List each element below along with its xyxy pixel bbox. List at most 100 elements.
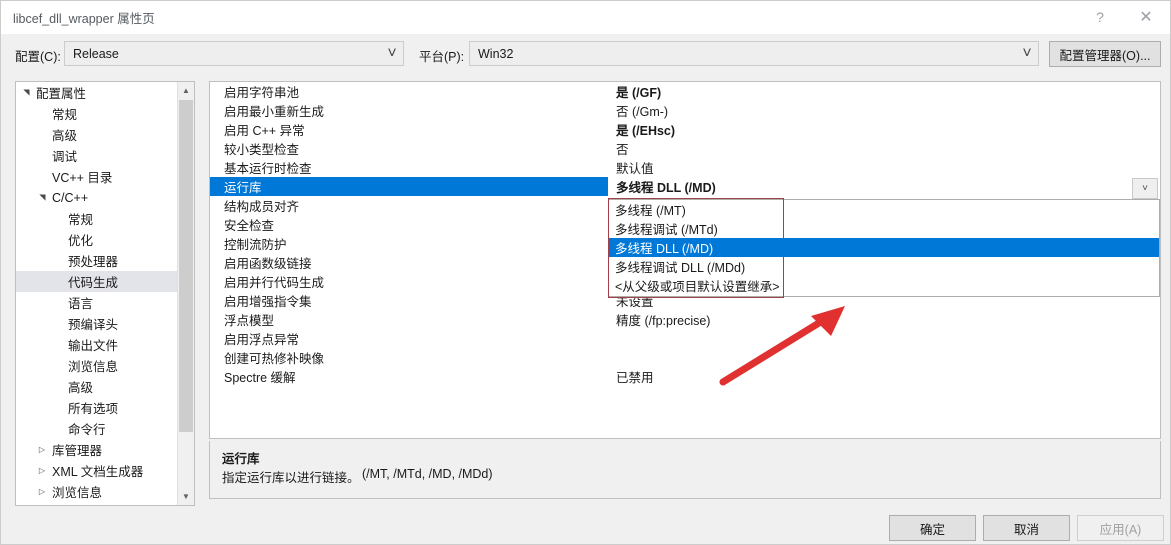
property-name: 控制流防护 [224, 238, 287, 252]
property-row[interactable]: 启用最小重新生成 否 (/Gm-) [210, 101, 1160, 120]
sidebar-item-4[interactable]: VC++ 目录 [16, 166, 177, 187]
tree-scrollbar[interactable]: ▲ ▼ [177, 82, 194, 505]
property-row[interactable]: 启用浮点异常 [210, 329, 1160, 348]
chevron-up-icon[interactable]: ▲ [178, 82, 194, 99]
dropdown-option[interactable]: 多线程 DLL (/MD) [609, 238, 1159, 257]
sidebar-item-16[interactable]: 命令行 [16, 418, 177, 439]
configuration-value: Release [73, 46, 119, 61]
platform-value: Win32 [478, 46, 514, 61]
property-name: 安全检查 [224, 219, 275, 233]
property-value[interactable]: 默认值 [608, 158, 1160, 177]
sidebar-item-19[interactable]: ▷ 浏览信息 [16, 481, 177, 502]
sidebar-item-9[interactable]: 代码生成 [16, 271, 177, 292]
sidebar-item-0[interactable]: ◢ 配置属性 [16, 82, 177, 103]
sidebar-item-3[interactable]: 调试 [16, 145, 177, 166]
sidebar-item-10[interactable]: 语言 [16, 292, 177, 313]
sidebar-item-13[interactable]: 浏览信息 [16, 355, 177, 376]
sidebar-item-label: 预处理器 [68, 255, 119, 269]
sidebar-item-5[interactable]: ◢ C/C++ [16, 187, 177, 208]
property-value[interactable]: 多线程 DLL (/MD) [608, 177, 1160, 196]
property-value[interactable]: 是 (/EHsc) [608, 120, 1160, 139]
sidebar-item-11[interactable]: 预编译头 [16, 313, 177, 334]
dropdown-option[interactable]: <从父级或项目默认设置继承> [609, 276, 1159, 295]
property-name: 启用字符串池 [224, 86, 300, 100]
sidebar-item-6[interactable]: 常规 [16, 208, 177, 229]
expander-expanded-icon[interactable]: ◢ [16, 87, 37, 99]
sidebar-item-15[interactable]: 所有选项 [16, 397, 177, 418]
property-row[interactable]: 创建可热修补映像 [210, 348, 1160, 367]
expander-collapsed-icon[interactable]: ▷ [36, 439, 48, 460]
property-name: 基本运行时检查 [224, 162, 312, 176]
tree-scrollbar-thumb[interactable] [179, 100, 193, 432]
sidebar-item-14[interactable]: 高级 [16, 376, 177, 397]
sidebar-item-20[interactable]: ▷ 生成事件 [16, 502, 177, 505]
property-value[interactable]: 是 (/GF) [608, 82, 1160, 101]
dropdown-option[interactable]: 多线程调试 (/MTd) [609, 219, 1159, 238]
sidebar-item-label: 库管理器 [52, 444, 103, 458]
property-row[interactable]: 启用字符串池 是 (/GF) [210, 82, 1160, 101]
sidebar-item-label: 浏览信息 [68, 360, 119, 374]
sidebar-item-label: C/C++ [52, 190, 89, 205]
sidebar-item-12[interactable]: 输出文件 [16, 334, 177, 355]
property-name: 浮点模型 [224, 314, 275, 328]
property-row[interactable]: Spectre 缓解 已禁用 [210, 367, 1160, 386]
title-bar: libcef_dll_wrapper 属性页 ? ✕ [1, 1, 1170, 34]
sidebar-item-17[interactable]: ▷ 库管理器 [16, 439, 177, 460]
property-tree-panel: ◢ 配置属性 常规 高级 调试 VC++ 目录 ◢ C/C++ 常规 优化 预处理器 代码生成 语言 预编… [15, 81, 195, 506]
sidebar-item-7[interactable]: 优化 [16, 229, 177, 250]
description-arguments: (/MT, /MTd, /MD, /MDd) [362, 467, 493, 481]
expander-expanded-icon[interactable]: ◢ [32, 192, 53, 204]
configuration-combobox[interactable]: Release ˅ [64, 41, 404, 66]
configuration-manager-button[interactable]: 配置管理器(O)... [1049, 41, 1161, 67]
runtime-library-dropdown-list[interactable]: 多线程 (/MT) 多线程调试 (/MTd) 多线程 DLL (/MD) 多线程调试 … [608, 199, 1160, 297]
platform-combobox[interactable]: Win32 ˅ [469, 41, 1039, 66]
property-row[interactable]: 基本运行时检查 默认值 [210, 158, 1160, 177]
property-name: 启用浮点异常 [224, 333, 300, 347]
cancel-button[interactable]: 取消 [983, 515, 1070, 541]
property-row[interactable]: 浮点模型 精度 (/fp:precise) [210, 310, 1160, 329]
configuration-label: 配置(C): [15, 50, 61, 64]
dropdown-option[interactable]: 多线程调试 DLL (/MDd) [609, 257, 1159, 276]
sidebar-item-1[interactable]: 常规 [16, 103, 177, 124]
property-row[interactable]: 运行库 多线程 DLL (/MD) ˅ [210, 177, 1160, 199]
property-row[interactable]: 较小类型检查 否 [210, 139, 1160, 158]
close-icon[interactable]: ✕ [1124, 1, 1168, 33]
property-name: 启用并行代码生成 [224, 276, 325, 290]
expander-collapsed-icon[interactable]: ▷ [36, 460, 48, 481]
property-row[interactable]: 启用 C++ 异常 是 (/EHsc) [210, 120, 1160, 139]
sidebar-item-8[interactable]: 预处理器 [16, 250, 177, 271]
property-value[interactable]: 否 [608, 139, 1160, 158]
property-value[interactable]: 精度 (/fp:precise) [608, 310, 1160, 329]
sidebar-item-2[interactable]: 高级 [16, 124, 177, 145]
sidebar-item-label: 优化 [68, 234, 94, 248]
property-value[interactable]: 已禁用 [608, 367, 1160, 386]
property-name: Spectre 缓解 [224, 371, 296, 385]
dropdown-option[interactable]: 多线程 (/MT) [609, 200, 1159, 219]
sidebar-item-label: VC++ 目录 [52, 171, 113, 185]
description-panel: 运行库 指定运行库以进行链接。 (/MT, /MTd, /MD, /MDd) [209, 441, 1161, 499]
help-icon[interactable]: ? [1078, 1, 1122, 33]
chevron-down-icon[interactable]: ▼ [178, 488, 194, 505]
sidebar-item-18[interactable]: ▷ XML 文档生成器 [16, 460, 177, 481]
ok-button[interactable]: 确定 [889, 515, 976, 541]
expander-collapsed-icon[interactable]: ▷ [36, 502, 48, 505]
chevron-down-icon: ˅ [387, 44, 397, 62]
sidebar-item-label: 浏览信息 [52, 486, 103, 500]
sidebar-item-label: 命令行 [68, 423, 106, 437]
expander-collapsed-icon[interactable]: ▷ [36, 481, 48, 502]
sidebar-item-label: XML 文档生成器 [52, 465, 144, 479]
sidebar-item-label: 配置属性 [36, 87, 87, 101]
sidebar-item-label: 高级 [68, 381, 94, 395]
property-value[interactable]: 否 (/Gm-) [608, 101, 1160, 120]
property-name: 启用 C++ 异常 [224, 124, 305, 138]
